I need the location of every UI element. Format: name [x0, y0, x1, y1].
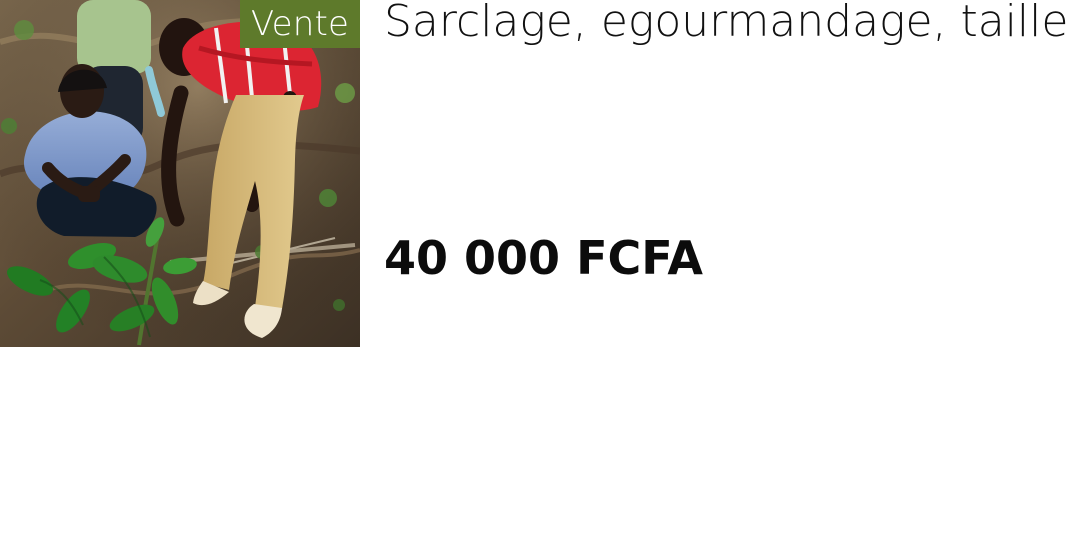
coffee-seedling-field-photo [0, 0, 360, 347]
sale-badge: Vente [240, 0, 360, 48]
listing-card[interactable]: Vente Sarclage, egourmandage, taille 40 … [0, 0, 1080, 550]
listing-title[interactable]: Sarclage, egourmandage, taille [384, 0, 1068, 48]
listing-price: 40 000 FCFA [384, 231, 703, 285]
listing-photo[interactable]: Vente [0, 0, 360, 347]
